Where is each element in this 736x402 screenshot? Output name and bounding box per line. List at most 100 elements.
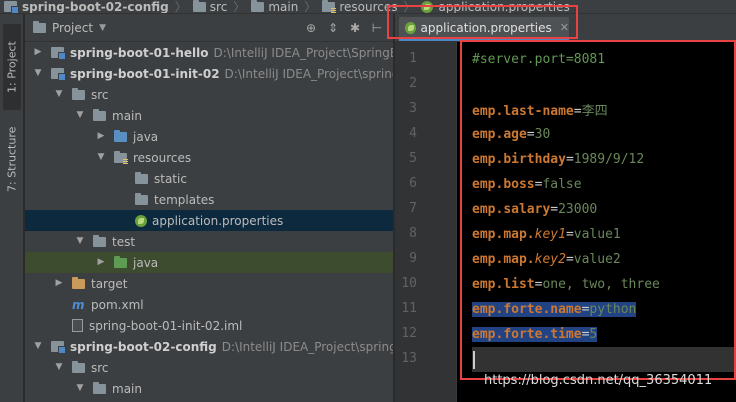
structure-tool-tab[interactable]: 7: Structure bbox=[3, 126, 21, 192]
chevron-right-icon[interactable]: ▶ bbox=[33, 47, 43, 57]
close-icon[interactable]: ✕ bbox=[560, 21, 569, 34]
chevron-down-icon[interactable]: ▼ bbox=[96, 152, 106, 162]
chevron-down-icon[interactable]: ▼ bbox=[54, 362, 64, 372]
token-eq: = bbox=[565, 227, 574, 242]
token-key: birthday bbox=[503, 152, 566, 167]
token-key: emp bbox=[472, 177, 496, 192]
module-folder-icon bbox=[51, 341, 66, 354]
breadcrumb-item[interactable]: src bbox=[189, 0, 232, 13]
tree-item[interactable]: ▶ target bbox=[25, 273, 393, 294]
resources-folder-icon bbox=[114, 150, 128, 164]
tree-item[interactable]: m pom.xml bbox=[25, 294, 393, 315]
token-dot: . bbox=[526, 227, 535, 242]
code-line[interactable]: emp.last-name=李四 bbox=[472, 97, 608, 122]
token-key: emp bbox=[472, 104, 496, 119]
token-key: list bbox=[503, 277, 535, 292]
token-eq: = bbox=[526, 127, 535, 142]
token-val: 5 bbox=[589, 327, 598, 342]
chevron-down-icon[interactable]: ▼ bbox=[75, 110, 85, 120]
breadcrumb-separator: 〉 bbox=[304, 0, 317, 14]
chevron-down-icon[interactable]: ▼ bbox=[33, 68, 43, 78]
token-val: value2 bbox=[573, 252, 621, 267]
tree-item-label: main bbox=[112, 381, 142, 396]
code-line[interactable]: emp.forte.name=python bbox=[472, 297, 637, 322]
tree-item[interactable]: ▼ spring-boot-01-init-02 D:\IntelliJ IDEA_… bbox=[25, 63, 393, 84]
breadcrumb-label: spring-boot-02-config bbox=[22, 0, 169, 14]
chevron-down-icon[interactable]: ▼ bbox=[75, 383, 85, 393]
chevron-right-icon[interactable]: ▶ bbox=[96, 131, 106, 141]
globe-target-icon[interactable]: ⊕ bbox=[303, 20, 319, 36]
code-line[interactable]: emp.forte.time=5 bbox=[472, 322, 598, 347]
folder-icon bbox=[93, 234, 106, 247]
test-source-folder-icon bbox=[114, 255, 127, 268]
tree-item-label: static bbox=[154, 171, 187, 186]
code-line[interactable]: emp.map.key2=value2 bbox=[472, 247, 621, 272]
token-ital: key2 bbox=[534, 252, 566, 267]
chevron-down-icon[interactable]: ▼ bbox=[54, 89, 64, 99]
collapse-icon[interactable]: ⇕ bbox=[325, 20, 341, 36]
token-val: value1 bbox=[573, 227, 621, 242]
folder-icon bbox=[93, 108, 106, 121]
tree-item[interactable]: ▶ java bbox=[25, 126, 393, 147]
tree-item[interactable]: ▼ main bbox=[25, 378, 393, 399]
tree-item-content: main bbox=[93, 381, 142, 396]
chevron-right-icon[interactable]: ▶ bbox=[96, 257, 106, 267]
project-view-selector[interactable]: Project bbox=[52, 21, 93, 35]
tree-item-content: test bbox=[93, 234, 135, 249]
tree-item[interactable]: ▼ src bbox=[25, 357, 393, 378]
code-line[interactable]: emp.salary=23000 bbox=[472, 197, 597, 222]
tree-item[interactable]: ▼ test bbox=[25, 231, 393, 252]
token-key: emp bbox=[472, 302, 496, 317]
chevron-down-icon[interactable]: ▼ bbox=[99, 23, 106, 33]
navigation-breadcrumb: spring-boot-02-config 〉 src 〉 main 〉 resources… bbox=[0, 0, 736, 14]
code-line[interactable]: #server.port=8081 bbox=[472, 47, 605, 72]
tree-item-label: application.properties bbox=[152, 213, 284, 228]
chevron-down-icon[interactable]: ▼ bbox=[75, 236, 85, 246]
hide-icon[interactable]: ⊢ bbox=[369, 20, 385, 36]
code-line[interactable]: emp.list=one, two, three bbox=[472, 272, 660, 297]
breadcrumb-item[interactable]: application.properties bbox=[417, 0, 573, 14]
tree-item[interactable]: application.properties bbox=[25, 210, 393, 231]
code-lines: #server.port=8081 emp.last-name=李四 emp.age… bbox=[472, 42, 736, 402]
tree-item[interactable]: ▶ java bbox=[25, 252, 393, 273]
token-eq: = bbox=[565, 152, 574, 167]
chevron-down-icon[interactable]: ▼ bbox=[33, 341, 43, 351]
token-key: boss bbox=[503, 177, 535, 192]
breadcrumb-item[interactable]: main bbox=[247, 0, 302, 13]
project-folder-icon bbox=[33, 20, 46, 33]
tree-item[interactable]: templates bbox=[25, 189, 393, 210]
breadcrumb-item[interactable]: spring-boot-02-config bbox=[0, 0, 173, 14]
tree-item-content: spring-boot-01-hello D:\IntelliJ IDEA_Pro… bbox=[51, 45, 393, 60]
tree-item[interactable]: static bbox=[25, 168, 393, 189]
tree-item-content: java bbox=[114, 255, 158, 270]
code-editor[interactable]: #server.port=8081 emp.last-name=李四 emp.age… bbox=[457, 42, 736, 402]
code-line[interactable]: emp.birthday=1989/9/12 bbox=[472, 147, 644, 172]
editor-tab-application-properties[interactable]: application.properties ✕ bbox=[387, 5, 578, 41]
code-line[interactable]: emp.boss=false bbox=[472, 172, 582, 197]
tree-item-label: spring-boot-01-init-02 bbox=[70, 66, 220, 81]
project-tool-tab[interactable]: 1: Project bbox=[3, 24, 21, 110]
token-key: time bbox=[550, 327, 582, 342]
tree-item[interactable]: spring-boot-01-init-02.iml bbox=[25, 315, 393, 336]
token-val: python bbox=[589, 302, 637, 317]
tree-item[interactable]: ▶ spring-boot-01-hello D:\IntelliJ IDEA_Pr… bbox=[25, 42, 393, 63]
gear-icon[interactable]: ✱ bbox=[347, 20, 363, 36]
chevron-right-icon[interactable]: ▶ bbox=[54, 278, 64, 288]
current-line-highlight bbox=[472, 347, 736, 372]
tree-item[interactable]: ▼ src bbox=[25, 84, 393, 105]
token-val: 李四 bbox=[581, 104, 608, 119]
spring-leaf-icon bbox=[405, 21, 416, 34]
code-line[interactable]: emp.age=30 bbox=[472, 122, 550, 147]
excluded-folder-icon bbox=[72, 276, 85, 289]
editor-tab-bar: application.properties ✕ bbox=[387, 5, 736, 42]
tree-item-label: templates bbox=[154, 192, 215, 207]
code-line[interactable]: emp.map.key1=value1 bbox=[472, 222, 621, 247]
tree-item[interactable]: ▼ main bbox=[25, 105, 393, 126]
tree-item[interactable]: ▼ resources bbox=[25, 147, 393, 168]
tree-item[interactable]: ▼ spring-boot-02-config D:\IntelliJ IDEA_P… bbox=[25, 336, 393, 357]
breadcrumb-item[interactable]: resources bbox=[318, 0, 401, 13]
tree-item-label: src bbox=[91, 87, 109, 102]
tree-item-path: D:\IntelliJ IDEA_Project\SpringBoot bbox=[213, 45, 393, 60]
breadcrumb-label: application.properties bbox=[438, 0, 570, 14]
panel-toolbar: ⊕ ⇕ ✱ ⊢ bbox=[297, 20, 385, 36]
